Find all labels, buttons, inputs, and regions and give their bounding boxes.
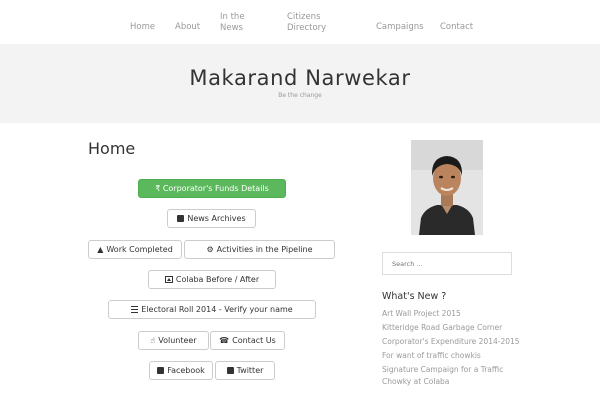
nav-item-campaigns[interactable]: Campaigns — [376, 22, 424, 33]
nav-item-home[interactable]: Home — [130, 22, 155, 33]
top-navigation: Home About In the News Citizens Director… — [0, 0, 600, 44]
page-title: Home — [88, 139, 136, 158]
facebook-icon — [157, 367, 165, 374]
news-link-kitteridge-road[interactable]: Kitteridge Road Garbage Corner — [382, 322, 502, 334]
phone-icon: ☎ — [219, 335, 230, 345]
twitter-button[interactable]: Twitter — [215, 361, 275, 380]
nav-item-in-the-news[interactable]: In the News — [220, 12, 245, 34]
nav-item-citizens-directory[interactable]: Citizens Directory — [287, 12, 326, 34]
hand-pointer-icon: ☝ — [150, 335, 156, 345]
twitter-icon — [226, 367, 234, 374]
contact-us-label: Contact Us — [232, 336, 276, 345]
facebook-label: Facebook — [167, 366, 205, 375]
work-completed-button[interactable]: ▲ Work Completed — [88, 240, 182, 259]
site-title[interactable]: Makarand Narwekar — [0, 66, 600, 90]
profile-photo — [411, 140, 483, 235]
gears-icon: ⚙ — [206, 244, 214, 254]
picture-icon — [164, 276, 173, 283]
profile-photo-graphic — [411, 140, 483, 235]
nav-item-contact[interactable]: Contact — [440, 22, 473, 33]
news-link-corporators-expenditure[interactable]: Corporator's Expenditure 2014-2015 — [382, 336, 520, 348]
colaba-before-after-button[interactable]: Colaba Before / After — [148, 270, 276, 289]
site-header: Makarand Narwekar Be the change — [0, 44, 600, 123]
activities-pipeline-button[interactable]: ⚙ Activities in the Pipeline — [184, 240, 335, 259]
work-completed-label: Work Completed — [106, 245, 173, 254]
nav-item-about[interactable]: About — [175, 22, 200, 33]
list-icon — [131, 306, 139, 313]
news-link-signature-campaign[interactable]: Signature Campaign for a Traffic Chowky … — [382, 364, 503, 388]
newspaper-icon — [177, 215, 185, 222]
site-tagline: Be the change — [278, 92, 322, 99]
news-link-traffic-chowkis[interactable]: For want of traffic chowkis — [382, 350, 481, 362]
volunteer-label: Volunteer — [158, 336, 197, 345]
electoral-roll-label: Electoral Roll 2014 - Verify your name — [141, 305, 293, 314]
search-input[interactable] — [382, 252, 512, 275]
contact-us-button[interactable]: ☎ Contact Us — [210, 331, 285, 350]
warning-icon: ▲ — [97, 244, 104, 254]
twitter-label: Twitter — [236, 366, 264, 375]
volunteer-button[interactable]: ☝ Volunteer — [138, 331, 209, 350]
corporators-funds-button[interactable]: ₹ Corporator's Funds Details — [138, 179, 286, 198]
whats-new-heading: What's New ? — [382, 291, 447, 302]
electoral-roll-button[interactable]: Electoral Roll 2014 - Verify your name — [108, 300, 316, 319]
news-archives-label: News Archives — [187, 214, 246, 223]
news-link-art-wall[interactable]: Art Wall Project 2015 — [382, 308, 461, 320]
funds-button-label: ₹ Corporator's Funds Details — [155, 184, 269, 193]
colaba-before-after-label: Colaba Before / After — [175, 275, 260, 284]
news-archives-button[interactable]: News Archives — [167, 209, 256, 228]
activities-pipeline-label: Activities in the Pipeline — [216, 245, 313, 254]
facebook-button[interactable]: Facebook — [149, 361, 213, 380]
